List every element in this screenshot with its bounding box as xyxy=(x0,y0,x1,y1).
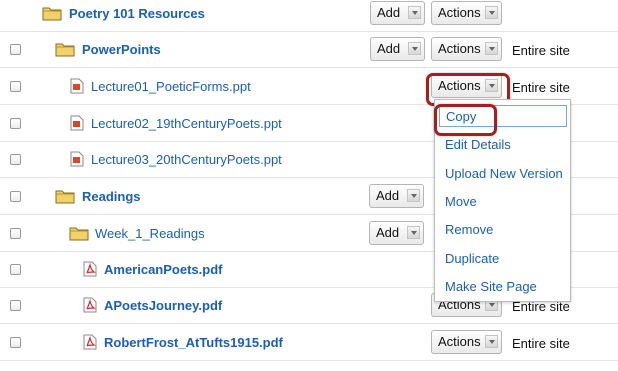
access-scope: Entire site xyxy=(512,336,570,351)
file-name-link[interactable]: Lecture02_19thCenturyPoets.ppt xyxy=(91,116,282,131)
chevron-down-icon xyxy=(485,335,498,348)
add-label: Add xyxy=(377,5,401,20)
row-checkbox[interactable] xyxy=(10,228,21,239)
access-scope: Entire site xyxy=(512,80,570,95)
chevron-down-icon xyxy=(485,6,498,19)
chevron-down-icon xyxy=(407,189,420,202)
actions-button[interactable]: Actions xyxy=(431,37,502,61)
menu-item-upload-new-version[interactable]: Upload New Version xyxy=(445,166,563,181)
file-name-link[interactable]: AmericanPoets.pdf xyxy=(104,262,222,277)
actions-label: Actions xyxy=(438,5,481,20)
file-name-link[interactable]: APoetsJourney.pdf xyxy=(104,298,222,313)
row-checkbox[interactable] xyxy=(10,300,21,311)
actions-button[interactable]: Actions xyxy=(431,330,502,354)
chevron-down-icon xyxy=(407,226,420,239)
folder-name-link[interactable]: Readings xyxy=(82,189,141,204)
file-name-link[interactable]: RobertFrost_AtTufts1915.pdf xyxy=(104,335,283,350)
folder-icon xyxy=(42,5,62,24)
table-row: RobertFrost_AtTufts1915.pdf Actions Enti… xyxy=(0,325,618,361)
row-checkbox[interactable] xyxy=(10,118,21,129)
powerpoint-file-icon xyxy=(70,78,84,97)
row-checkbox[interactable] xyxy=(10,337,21,348)
folder-icon xyxy=(55,41,75,60)
actions-label: Actions xyxy=(438,41,481,56)
chevron-down-icon xyxy=(408,42,421,55)
copy-item-highlight xyxy=(434,104,497,136)
row-checkbox[interactable] xyxy=(10,264,21,275)
file-name-link[interactable]: Lecture01_PoeticForms.ppt xyxy=(91,79,251,94)
folder-name-link[interactable]: Week_1_Readings xyxy=(95,226,205,241)
row-checkbox[interactable] xyxy=(10,81,21,92)
menu-item-remove[interactable]: Remove xyxy=(445,222,493,237)
table-row: Poetry 101 Resources Add Actions xyxy=(0,0,618,32)
add-button[interactable]: Add xyxy=(369,184,424,208)
powerpoint-file-icon xyxy=(70,115,84,134)
powerpoint-file-icon xyxy=(70,151,84,170)
add-button[interactable]: Add xyxy=(370,37,425,61)
table-row: PowerPoints Add Actions Entire site xyxy=(0,32,618,68)
actions-label: Actions xyxy=(438,334,481,349)
menu-item-edit-details[interactable]: Edit Details xyxy=(445,137,511,152)
row-checkbox[interactable] xyxy=(10,191,21,202)
folder-name-link[interactable]: Poetry 101 Resources xyxy=(69,6,205,21)
add-label: Add xyxy=(377,41,401,56)
pdf-file-icon xyxy=(83,297,97,316)
pdf-file-icon xyxy=(83,261,97,280)
folder-name-link[interactable]: PowerPoints xyxy=(82,42,161,57)
add-button[interactable]: Add xyxy=(369,221,424,245)
add-button[interactable]: Add xyxy=(370,1,425,25)
add-label: Add xyxy=(376,225,400,240)
chevron-down-icon xyxy=(485,42,498,55)
menu-item-make-site-page[interactable]: Make Site Page xyxy=(445,279,537,294)
pdf-file-icon xyxy=(83,334,97,353)
actions-button[interactable]: Actions xyxy=(431,1,502,25)
file-name-link[interactable]: Lecture03_20thCenturyPoets.ppt xyxy=(91,152,282,167)
menu-item-move[interactable]: Move xyxy=(445,194,477,209)
row-checkbox[interactable] xyxy=(10,154,21,165)
folder-icon xyxy=(55,188,75,207)
add-label: Add xyxy=(376,188,400,203)
menu-item-duplicate[interactable]: Duplicate xyxy=(445,251,499,266)
access-scope: Entire site xyxy=(512,43,570,58)
row-checkbox[interactable] xyxy=(10,44,21,55)
folder-icon xyxy=(69,225,89,244)
chevron-down-icon xyxy=(408,6,421,19)
